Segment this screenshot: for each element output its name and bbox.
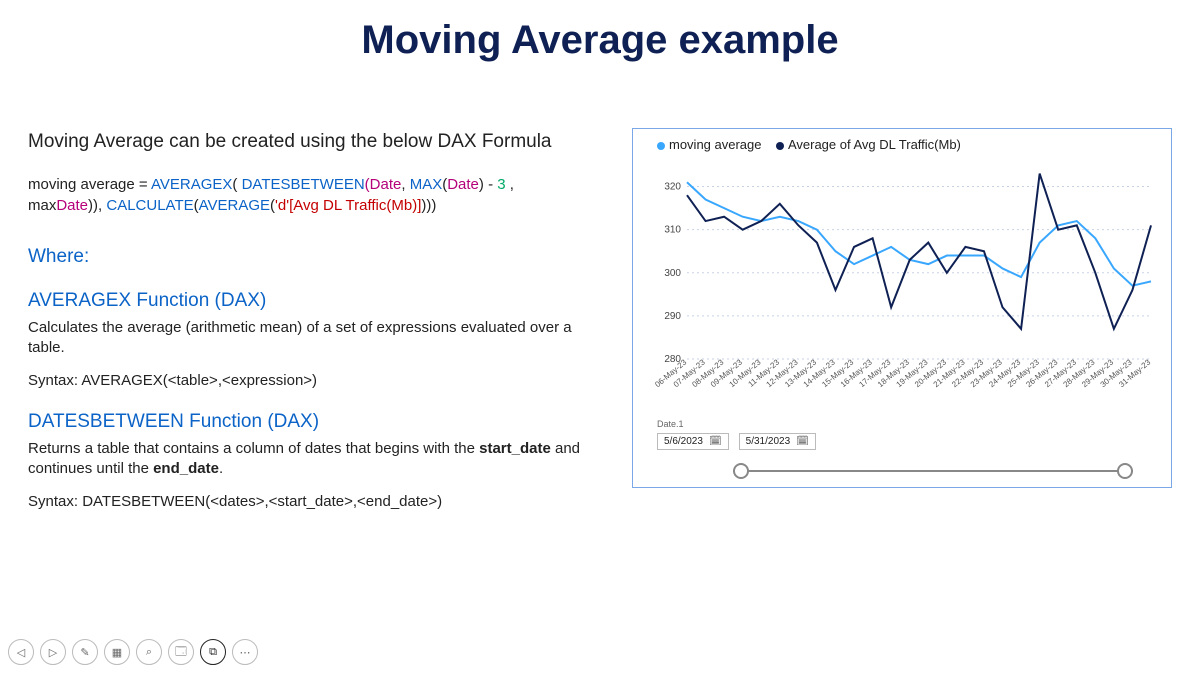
- legend-label-b: Average of Avg DL Traffic(Mb): [788, 137, 961, 152]
- dax-formula: moving average = AVERAGEX( DATESBETWEEN(…: [28, 174, 588, 216]
- next-slide-button[interactable]: ▷: [40, 639, 66, 665]
- where-heading: Where:: [28, 246, 588, 268]
- date-from-input[interactable]: 5/6/2023🗓: [657, 433, 729, 450]
- fn-datesbetween-title: DATESBETWEEN Function (DAX): [28, 411, 588, 433]
- date-range-control: 5/6/2023🗓 5/31/2023🗓: [657, 433, 816, 450]
- fn-averagex-syntax: Syntax: AVERAGEX(<table>,<expression>): [28, 372, 588, 389]
- camera-button[interactable]: ⧉: [200, 639, 226, 665]
- fn-averagex-desc: Calculates the average (arithmetic mean)…: [28, 318, 588, 358]
- date-to-input[interactable]: 5/31/2023🗓: [739, 433, 816, 450]
- left-column: Moving Average can be created using the …: [28, 128, 588, 532]
- fn-datesbetween-syntax: Syntax: DATESBETWEEN(<dates>,<start_date…: [28, 493, 588, 510]
- calendar-icon: 🗓: [796, 436, 809, 447]
- page-title: Moving Average example: [0, 18, 1200, 63]
- svg-text:290: 290: [664, 311, 681, 322]
- date-axis-label: Date.1: [657, 419, 684, 429]
- legend-dot-b: [776, 142, 784, 150]
- svg-text:310: 310: [664, 225, 681, 236]
- zoom-button[interactable]: ⌕: [136, 639, 162, 665]
- chart-legend: moving average Average of Avg DL Traffic…: [657, 137, 961, 152]
- svg-text:320: 320: [664, 182, 681, 193]
- date-range-slider[interactable]: [733, 463, 1133, 479]
- fn-datesbetween-desc: Returns a table that contains a column o…: [28, 439, 588, 479]
- presentation-toolbar: ◁ ▷ ✎ ▦ ⌕ 🗔 ⧉ ⋯: [8, 639, 258, 665]
- more-button[interactable]: ⋯: [232, 639, 258, 665]
- chart-plot: 28029030031032006-May-2307-May-2308-May-…: [657, 159, 1157, 389]
- intro-text: Moving Average can be created using the …: [28, 128, 588, 156]
- chart-panel: moving average Average of Avg DL Traffic…: [632, 128, 1172, 488]
- prev-slide-button[interactable]: ◁: [8, 639, 34, 665]
- grid-button[interactable]: ▦: [104, 639, 130, 665]
- svg-text:300: 300: [664, 268, 681, 279]
- fn-averagex-title: AVERAGEX Function (DAX): [28, 290, 588, 312]
- legend-dot-a: [657, 142, 665, 150]
- subtitle-button[interactable]: 🗔: [168, 639, 194, 665]
- calendar-icon: 🗓: [709, 436, 722, 447]
- pen-button[interactable]: ✎: [72, 639, 98, 665]
- legend-label-a: moving average: [669, 137, 762, 152]
